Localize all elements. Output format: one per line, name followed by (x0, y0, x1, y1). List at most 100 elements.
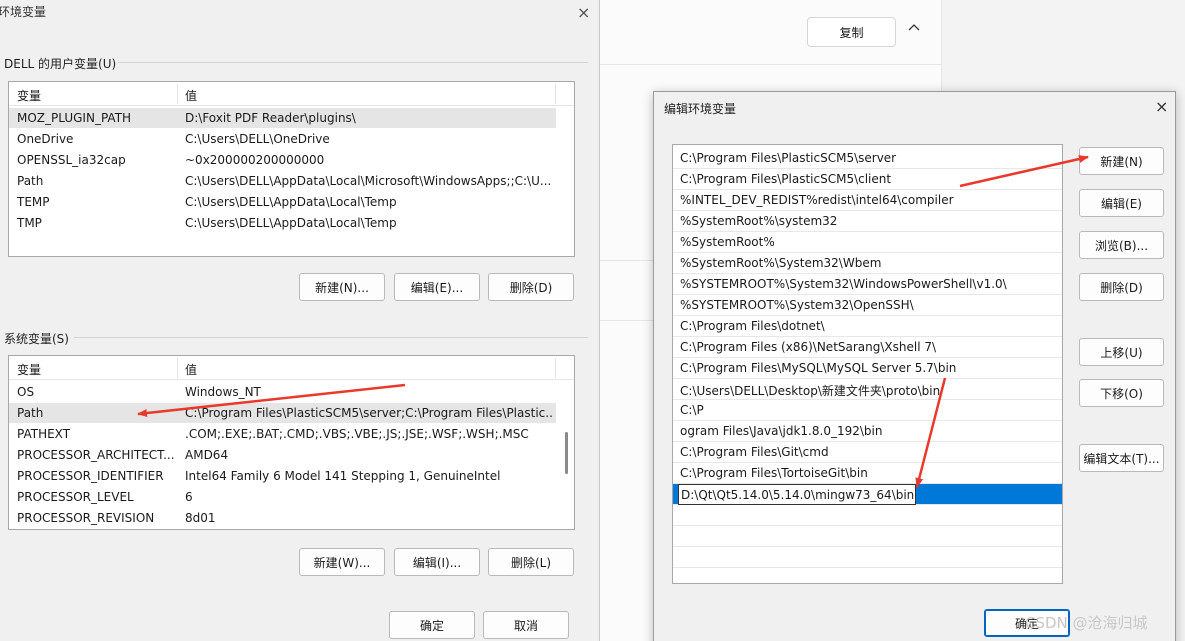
list-header: 变量 值 (9, 356, 574, 380)
variable-name: OS (17, 385, 35, 399)
column-separator (555, 84, 556, 104)
path-entry-text: C:\P (680, 403, 704, 417)
variable-value: C:\Users\DELL\AppData\Local\Microsoft\Wi… (185, 174, 552, 188)
path-entry-text: %SystemRoot%\system32 (680, 214, 838, 228)
list-header: 变量 值 (9, 82, 574, 106)
list-item[interactable]: %SYSTEMROOT%\System32\WindowsPowerShell\… (673, 274, 1062, 295)
user-variables-list[interactable]: 变量 值 MOZ_PLUGIN_PATH D:\Foxit PDF Reader… (8, 81, 575, 257)
variable-value: C:\Program Files\PlasticSCM5\server;C:\P… (185, 406, 553, 420)
list-item[interactable]: C:\Program Files (x86)\NetSarang\Xshell … (673, 337, 1062, 358)
system-variables-list[interactable]: 变量 值 OS Windows_NT Path C:\Program Files… (8, 355, 575, 530)
path-entry-text: C:\Program Files\Git\cmd (680, 445, 829, 459)
new-path-button[interactable]: 新建(N) (1079, 147, 1164, 175)
column-header-variable[interactable]: 变量 (17, 361, 41, 378)
dialog-title: 编辑环境变量 (664, 102, 737, 116)
path-entry-text: ogram Files\Java\jdk1.8.0_192\bin (680, 424, 883, 438)
edit-text-button[interactable]: 编辑文本(T)... (1079, 444, 1164, 472)
user-new-button[interactable]: 新建(N)... (299, 273, 385, 301)
list-item[interactable]: %SystemRoot% (673, 232, 1062, 253)
path-entry-text: %SystemRoot% (680, 235, 775, 249)
variable-name: PROCESSOR_IDENTIFIER (17, 469, 164, 483)
path-entry-text: C:\Program Files\TortoiseGit\bin (680, 466, 868, 480)
group-divider (74, 337, 588, 338)
cancel-button[interactable]: 取消 (483, 611, 569, 639)
column-header-value[interactable]: 值 (185, 361, 197, 378)
list-item[interactable]: %SystemRoot%\system32 (673, 211, 1062, 232)
variable-name: PROCESSOR_ARCHITECT... (17, 448, 175, 462)
divider (598, 64, 942, 65)
variable-name: TMP (17, 216, 42, 230)
list-item-empty[interactable] (673, 505, 1062, 526)
ok-button[interactable]: 确定 (389, 611, 475, 639)
variable-value: .COM;.EXE;.BAT;.CMD;.VBS;.VBE;.JS;.JSE;.… (185, 427, 529, 441)
path-edit-input[interactable]: D:\Qt\Qt5.14.0\5.14.0\mingw73_64\bin (678, 484, 916, 505)
list-item-selected[interactable]: D:\Qt\Qt5.14.0\5.14.0\mingw73_64\bin (673, 484, 1062, 505)
delete-path-button[interactable]: 删除(D) (1079, 273, 1164, 301)
list-item[interactable]: C:\Program Files\MySQL\MySQL Server 5.7\… (673, 358, 1062, 379)
list-item[interactable]: C:\Program Files\Git\cmd (673, 442, 1062, 463)
variable-value: Intel64 Family 6 Model 141 Stepping 1, G… (185, 469, 501, 483)
column-header-variable[interactable]: 变量 (17, 87, 41, 104)
system-delete-button[interactable]: 删除(L) (488, 548, 574, 576)
edit-path-button[interactable]: 编辑(E) (1079, 189, 1164, 217)
variable-value: C:\Users\DELL\AppData\Local\Temp (185, 195, 397, 209)
edit-environment-variable-dialog: 编辑环境变量 × C:\Program Files\PlasticSCM5\se… (653, 91, 1176, 641)
variable-value: 8d01 (185, 511, 216, 525)
list-item[interactable]: C:\Program Files\PlasticSCM5\client (673, 169, 1062, 190)
path-entry-text: C:\Program Files\PlasticSCM5\client (680, 172, 892, 186)
copy-button[interactable]: 复制 (807, 17, 896, 47)
browse-button[interactable]: 浏览(B)... (1079, 231, 1164, 259)
variable-name: PROCESSOR_LEVEL (17, 490, 134, 504)
move-up-button[interactable]: 上移(U) (1079, 338, 1164, 366)
list-item-empty[interactable] (673, 526, 1062, 547)
group-divider (118, 62, 588, 63)
path-entry-text: %SYSTEMROOT%\System32\OpenSSH\ (680, 298, 914, 312)
list-item[interactable]: C:\Program Files\TortoiseGit\bin (673, 463, 1062, 484)
column-separator (555, 358, 556, 378)
variable-name: PROCESSOR_REVISION (17, 511, 155, 525)
column-separator (177, 358, 178, 378)
chevron-up-icon[interactable] (908, 22, 920, 36)
path-entry-text: C:\Program Files\dotnet\ (680, 319, 825, 333)
close-icon[interactable]: × (1155, 97, 1168, 116)
system-new-button[interactable]: 新建(W)... (299, 548, 385, 576)
variable-value: D:\Foxit PDF Reader\plugins\ (185, 111, 356, 125)
path-entry-text: C:\Program Files\MySQL\MySQL Server 5.7\… (680, 361, 957, 375)
path-entry-text: %INTEL_DEV_REDIST%redist\intel64\compile… (680, 193, 954, 207)
variable-name: Path (17, 406, 44, 420)
user-edit-button[interactable]: 编辑(E)... (394, 273, 480, 301)
variable-name: OPENSSL_ia32cap (17, 153, 126, 167)
list-item[interactable]: C:\Program Files\PlasticSCM5\server (673, 148, 1062, 169)
dialog-title: 环境变量 (0, 5, 47, 19)
list-item[interactable]: ogram Files\Java\jdk1.8.0_192\bin (673, 421, 1062, 442)
column-separator (177, 84, 178, 104)
column-header-value[interactable]: 值 (185, 87, 197, 104)
variable-value: 6 (185, 490, 193, 504)
system-variables-label: 系统变量(S) (4, 332, 69, 346)
path-entry-text: C:\Program Files (x86)\NetSarang\Xshell … (680, 340, 937, 354)
list-item[interactable]: C:\Program Files\dotnet\ (673, 316, 1062, 337)
variable-name: OneDrive (17, 132, 74, 146)
list-item-empty[interactable] (673, 547, 1062, 568)
variable-value: C:\Users\DELL\OneDrive (185, 132, 330, 146)
list-item[interactable]: %INTEL_DEV_REDIST%redist\intel64\compile… (673, 190, 1062, 211)
system-edit-button[interactable]: 编辑(I)... (394, 548, 480, 576)
variable-name: Path (17, 174, 44, 188)
list-item[interactable]: %SYSTEMROOT%\System32\OpenSSH\ (673, 295, 1062, 316)
move-down-button[interactable]: 下移(O) (1079, 379, 1164, 407)
path-entries-list[interactable]: C:\Program Files\PlasticSCM5\server C:\P… (672, 144, 1063, 584)
variable-name: MOZ_PLUGIN_PATH (17, 111, 132, 125)
variable-value: Windows_NT (185, 385, 261, 399)
list-item[interactable]: C:\Users\DELL\Desktop\新建文件夹\proto\bin (673, 379, 1062, 400)
scrollbar-thumb[interactable] (565, 432, 568, 474)
variable-name: PATHEXT (17, 427, 71, 441)
environment-variables-dialog: 环境变量 × DELL 的用户变量(U) 变量 值 MOZ_PLUGIN_PAT… (0, 0, 600, 641)
user-delete-button[interactable]: 删除(D) (488, 273, 574, 301)
close-icon[interactable]: × (577, 3, 590, 22)
list-item[interactable]: %SystemRoot%\System32\Wbem (673, 253, 1062, 274)
path-entry-text: %SystemRoot%\System32\Wbem (680, 256, 882, 270)
path-entry-text: C:\Users\DELL\Desktop\新建文件夹\proto\bin (680, 384, 941, 398)
list-item[interactable]: C:\P (673, 400, 1062, 421)
path-entry-text: %SYSTEMROOT%\System32\WindowsPowerShell\… (680, 277, 1007, 291)
watermark: CSDN @沧海归城 (1025, 614, 1148, 632)
